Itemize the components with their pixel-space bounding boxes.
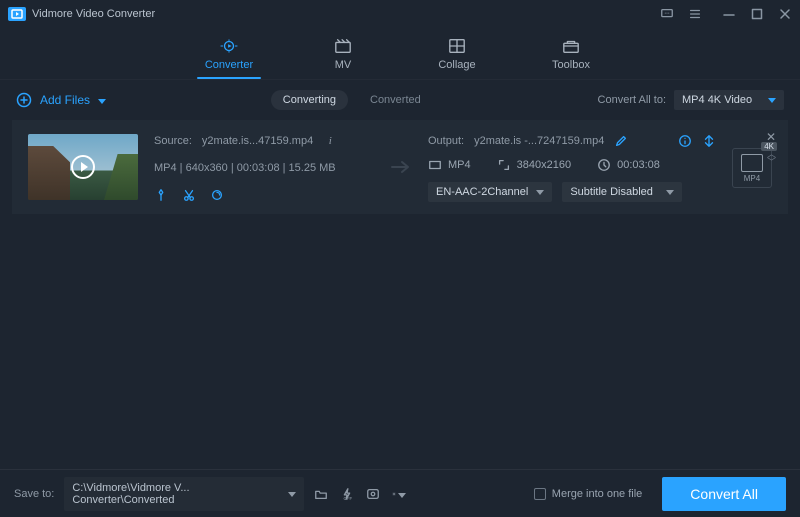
convert-all-value: MP4 4K Video bbox=[682, 94, 752, 106]
subtitle-value: Subtitle Disabled bbox=[570, 186, 653, 198]
status-segment: Converting Converted bbox=[271, 90, 433, 110]
out-resolution: 3840x2160 bbox=[517, 159, 571, 171]
conversion-item: Source: y2mate.is...47159.mp4 i MP4 | 64… bbox=[12, 120, 788, 214]
subtitle-dropdown[interactable]: Subtitle Disabled bbox=[562, 182, 682, 202]
add-files-label: Add Files bbox=[40, 93, 90, 107]
svg-text:OFF: OFF bbox=[344, 496, 353, 501]
source-info: Source: y2mate.is...47159.mp4 i MP4 | 64… bbox=[154, 134, 374, 202]
source-label: Source: bbox=[154, 135, 192, 147]
window-controls bbox=[722, 7, 792, 21]
output-header: Output: y2mate.is -...7247159.mp4 bbox=[428, 134, 716, 148]
output-params: MP4 3840x2160 00:03:08 bbox=[428, 158, 716, 172]
output-info: Output: y2mate.is -...7247159.mp4 MP4 38… bbox=[428, 134, 716, 202]
chevron-down-icon bbox=[536, 186, 544, 198]
out-format: MP4 bbox=[448, 159, 471, 171]
chevron-down-icon bbox=[666, 186, 674, 198]
video-thumbnail[interactable] bbox=[28, 134, 138, 200]
arrow-icon bbox=[390, 158, 412, 179]
output-label: Output: bbox=[428, 135, 464, 147]
minimize-icon[interactable] bbox=[722, 7, 736, 21]
output-selects: EN-AAC-2Channel Subtitle Disabled bbox=[428, 182, 716, 202]
cut-icon[interactable] bbox=[182, 188, 196, 202]
convert-all-button[interactable]: Convert All bbox=[662, 477, 786, 511]
app-logo bbox=[8, 7, 26, 21]
segment-converting[interactable]: Converting bbox=[271, 90, 348, 110]
duration-icon bbox=[597, 158, 611, 172]
toolbar: Add Files Converting Converted Convert A… bbox=[0, 80, 800, 120]
output-filename: y2mate.is -...7247159.mp4 bbox=[474, 135, 604, 147]
tab-toolbox[interactable]: Toolbox bbox=[539, 37, 603, 77]
tab-toolbox-label: Toolbox bbox=[552, 59, 590, 71]
maximize-icon[interactable] bbox=[750, 7, 764, 21]
convert-all-to: Convert All to: MP4 4K Video bbox=[598, 90, 784, 110]
tab-collage-label: Collage bbox=[438, 59, 475, 71]
segment-converted[interactable]: Converted bbox=[358, 90, 433, 110]
format-label: MP4 bbox=[744, 174, 760, 183]
tab-mv[interactable]: MV bbox=[311, 37, 375, 77]
app-title: Vidmore Video Converter bbox=[32, 8, 155, 20]
footer: Save to: C:\Vidmore\Vidmore V... Convert… bbox=[0, 469, 800, 517]
info-circle-icon[interactable] bbox=[678, 134, 692, 148]
save-path-dropdown[interactable]: C:\Vidmore\Vidmore V... Converter\Conver… bbox=[64, 477, 304, 511]
chevron-down-icon bbox=[288, 488, 296, 500]
convert-all-label: Convert All to: bbox=[598, 94, 666, 106]
enhance-icon[interactable] bbox=[210, 188, 224, 202]
reorder-handles: ︿ ﹀ bbox=[767, 150, 776, 166]
hardware-accel-icon[interactable]: OFF bbox=[340, 487, 354, 501]
resolution-icon bbox=[497, 158, 511, 172]
main-area: Source: y2mate.is...47159.mp4 i MP4 | 64… bbox=[0, 120, 800, 435]
convert-all-format-dropdown[interactable]: MP4 4K Video bbox=[674, 90, 784, 110]
close-icon[interactable] bbox=[778, 7, 792, 21]
play-icon bbox=[71, 155, 95, 179]
audio-track-dropdown[interactable]: EN-AAC-2Channel bbox=[428, 182, 552, 202]
audio-track-value: EN-AAC-2Channel bbox=[436, 186, 528, 198]
tab-converter-label: Converter bbox=[205, 59, 253, 71]
chevron-down-icon bbox=[98, 93, 106, 107]
tab-converter[interactable]: Converter bbox=[197, 37, 261, 77]
checkbox-icon bbox=[534, 488, 546, 500]
titlebar-right bbox=[660, 7, 792, 21]
tab-collage[interactable]: Collage bbox=[425, 37, 489, 77]
feedback-icon[interactable] bbox=[660, 7, 674, 21]
remove-item-icon[interactable]: ✕ bbox=[766, 130, 776, 144]
titlebar: Vidmore Video Converter bbox=[0, 0, 800, 28]
source-filename: y2mate.is...47159.mp4 bbox=[202, 135, 313, 147]
titlebar-left: Vidmore Video Converter bbox=[8, 7, 155, 21]
task-schedule-icon[interactable] bbox=[366, 487, 380, 501]
format-icon bbox=[428, 158, 442, 172]
source-meta: MP4 | 640x360 | 00:03:08 | 15.25 MB bbox=[154, 162, 374, 174]
footer-tools: OFF bbox=[314, 487, 406, 501]
move-down-icon[interactable]: ﹀ bbox=[767, 158, 776, 166]
save-to-label: Save to: bbox=[14, 488, 54, 500]
merge-label: Merge into one file bbox=[552, 488, 643, 500]
out-duration: 00:03:08 bbox=[617, 159, 660, 171]
compress-icon[interactable] bbox=[702, 134, 716, 148]
add-files-button[interactable]: Add Files bbox=[16, 92, 106, 108]
main-tabs: Converter MV Collage Toolbox bbox=[0, 28, 800, 80]
settings-icon[interactable] bbox=[392, 487, 406, 501]
open-folder-icon[interactable] bbox=[314, 487, 328, 501]
info-icon[interactable]: i bbox=[323, 134, 337, 148]
source-row: Source: y2mate.is...47159.mp4 i bbox=[154, 134, 374, 148]
merge-checkbox[interactable]: Merge into one file bbox=[534, 488, 643, 500]
edit-video-icon[interactable] bbox=[154, 188, 168, 202]
save-path-value: C:\Vidmore\Vidmore V... Converter\Conver… bbox=[72, 482, 288, 506]
menu-icon[interactable] bbox=[688, 7, 702, 21]
tab-mv-label: MV bbox=[335, 59, 352, 71]
source-tools bbox=[154, 188, 374, 202]
output-actions bbox=[678, 134, 716, 148]
chevron-down-icon bbox=[768, 94, 776, 106]
rename-icon[interactable] bbox=[614, 134, 628, 148]
